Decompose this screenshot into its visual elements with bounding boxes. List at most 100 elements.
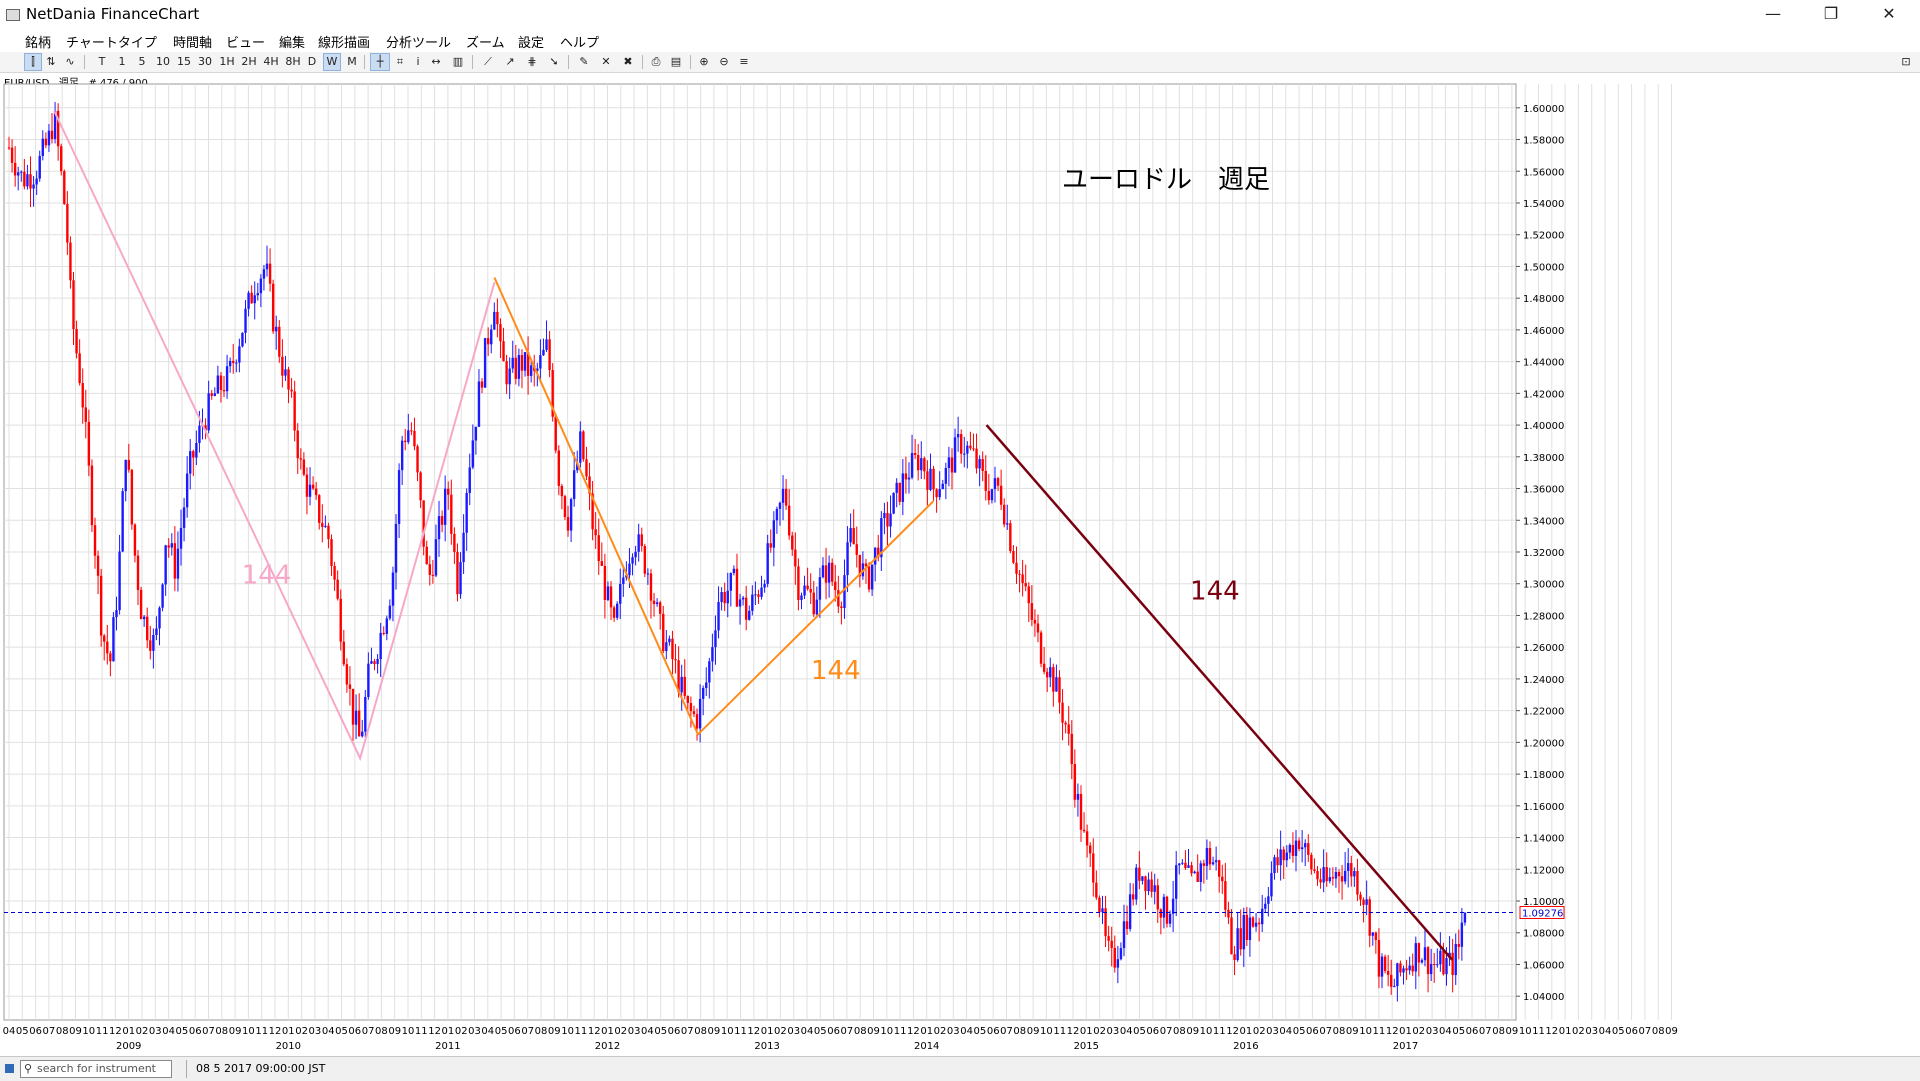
x-tick-label: 04 (481, 1026, 494, 1037)
x-tick-label: 03 (1426, 1026, 1439, 1037)
candle-body (631, 557, 634, 564)
y-tick-label: 1.14000 (1523, 834, 1564, 845)
x-tick-label: 09 (388, 1026, 401, 1037)
x-tick-label: 04 (801, 1026, 814, 1037)
candle-body (1036, 623, 1040, 633)
candle-body (1024, 583, 1027, 587)
candle-body (1325, 867, 1328, 882)
candle-body (1064, 722, 1067, 725)
trendline-label-orange: 144 (811, 656, 861, 686)
candle-body (809, 589, 812, 593)
candle-body (655, 602, 659, 605)
x-tick-label: 07 (841, 1026, 854, 1037)
candle-body (963, 453, 966, 455)
candle-body (179, 527, 183, 549)
candle-body (152, 634, 155, 651)
candle-body (259, 278, 263, 294)
candle-body (1270, 873, 1273, 897)
candle-body (382, 632, 385, 634)
candle-body (1033, 619, 1037, 624)
candle-body (1079, 793, 1083, 830)
x-tick-label: 12 (1386, 1026, 1399, 1037)
candle-body (391, 572, 395, 606)
y-tick-label: 1.52000 (1523, 231, 1564, 242)
search-input[interactable]: ⚲ search for instrument (20, 1060, 172, 1078)
candle-body (1147, 879, 1150, 892)
candle-body (542, 349, 545, 356)
candle-body (308, 484, 312, 497)
x-tick-label: 12 (269, 1026, 282, 1037)
candle-body (50, 130, 54, 139)
candle-body (146, 616, 149, 641)
candle-body (1144, 876, 1147, 892)
candle-body (103, 635, 106, 642)
x-tick-label: 06 (1625, 1026, 1638, 1037)
candle-body (941, 483, 944, 490)
candle-body (766, 543, 769, 584)
candle-body (729, 573, 733, 591)
x-tick-label: 02 (295, 1026, 308, 1037)
candle-body (118, 551, 121, 611)
candle-body (867, 566, 871, 590)
candle-body (910, 453, 914, 478)
x-tick-label: 09 (229, 1026, 242, 1037)
x-tick-label: 04 (1279, 1026, 1292, 1037)
candle-body (1417, 943, 1421, 963)
candle-body (597, 535, 600, 562)
x-tick-label: 04 (960, 1026, 973, 1037)
candle-body (330, 539, 333, 566)
candle-body (155, 628, 158, 635)
candle-body (1030, 603, 1034, 620)
candle-body (539, 355, 542, 369)
candle-body (824, 565, 828, 583)
y-tick-label: 1.24000 (1523, 675, 1564, 686)
candle-body (1442, 950, 1445, 975)
candle-body (431, 574, 435, 576)
candle-body (345, 664, 349, 685)
price-chart[interactable]: 1.040001.060001.080001.100001.120001.140… (0, 0, 1920, 1056)
candle-body (1128, 894, 1132, 929)
candle-body (447, 488, 450, 495)
x-tick-label: 08 (1173, 1026, 1186, 1037)
candle-body (268, 263, 272, 284)
candle-body (81, 383, 84, 408)
x-tick-label: 07 (1000, 1026, 1013, 1037)
candle-body (1368, 899, 1371, 936)
candle-body (428, 564, 432, 575)
candle-body (545, 339, 548, 350)
candle-body (953, 437, 957, 473)
candle-body (1171, 898, 1175, 914)
candle-body (413, 430, 416, 447)
candle-body (225, 366, 229, 392)
candle-body (846, 542, 849, 576)
candle-body (422, 500, 425, 547)
candle-body (253, 295, 256, 304)
candle-body (1248, 917, 1252, 941)
candle-body (1006, 523, 1009, 525)
x-tick-label: 11 (1213, 1026, 1226, 1037)
x-tick-label: 03 (1585, 1026, 1598, 1037)
candle-body (579, 431, 582, 463)
candle-body (748, 610, 751, 620)
candle-body (440, 516, 444, 525)
candle-body (708, 661, 711, 683)
candle-body (744, 597, 748, 620)
candle-body (938, 489, 941, 498)
candle-body (763, 583, 766, 588)
x-tick-label: 07 (521, 1026, 534, 1037)
candle-body (1276, 857, 1279, 866)
candle-body (228, 360, 232, 367)
candle-body (913, 453, 917, 455)
y-tick-label: 1.50000 (1523, 262, 1564, 273)
candle-body (1257, 922, 1261, 925)
candle-body (1337, 872, 1341, 877)
candle-body (830, 562, 834, 582)
candle-body (1273, 857, 1276, 874)
candle-body (895, 482, 898, 493)
x-tick-label: 05 (335, 1026, 348, 1037)
candle-body (357, 710, 361, 737)
candle-body (1457, 943, 1460, 947)
candle-body (1423, 947, 1427, 961)
x-tick-label: 08 (1333, 1026, 1346, 1037)
candle-body (477, 381, 481, 427)
